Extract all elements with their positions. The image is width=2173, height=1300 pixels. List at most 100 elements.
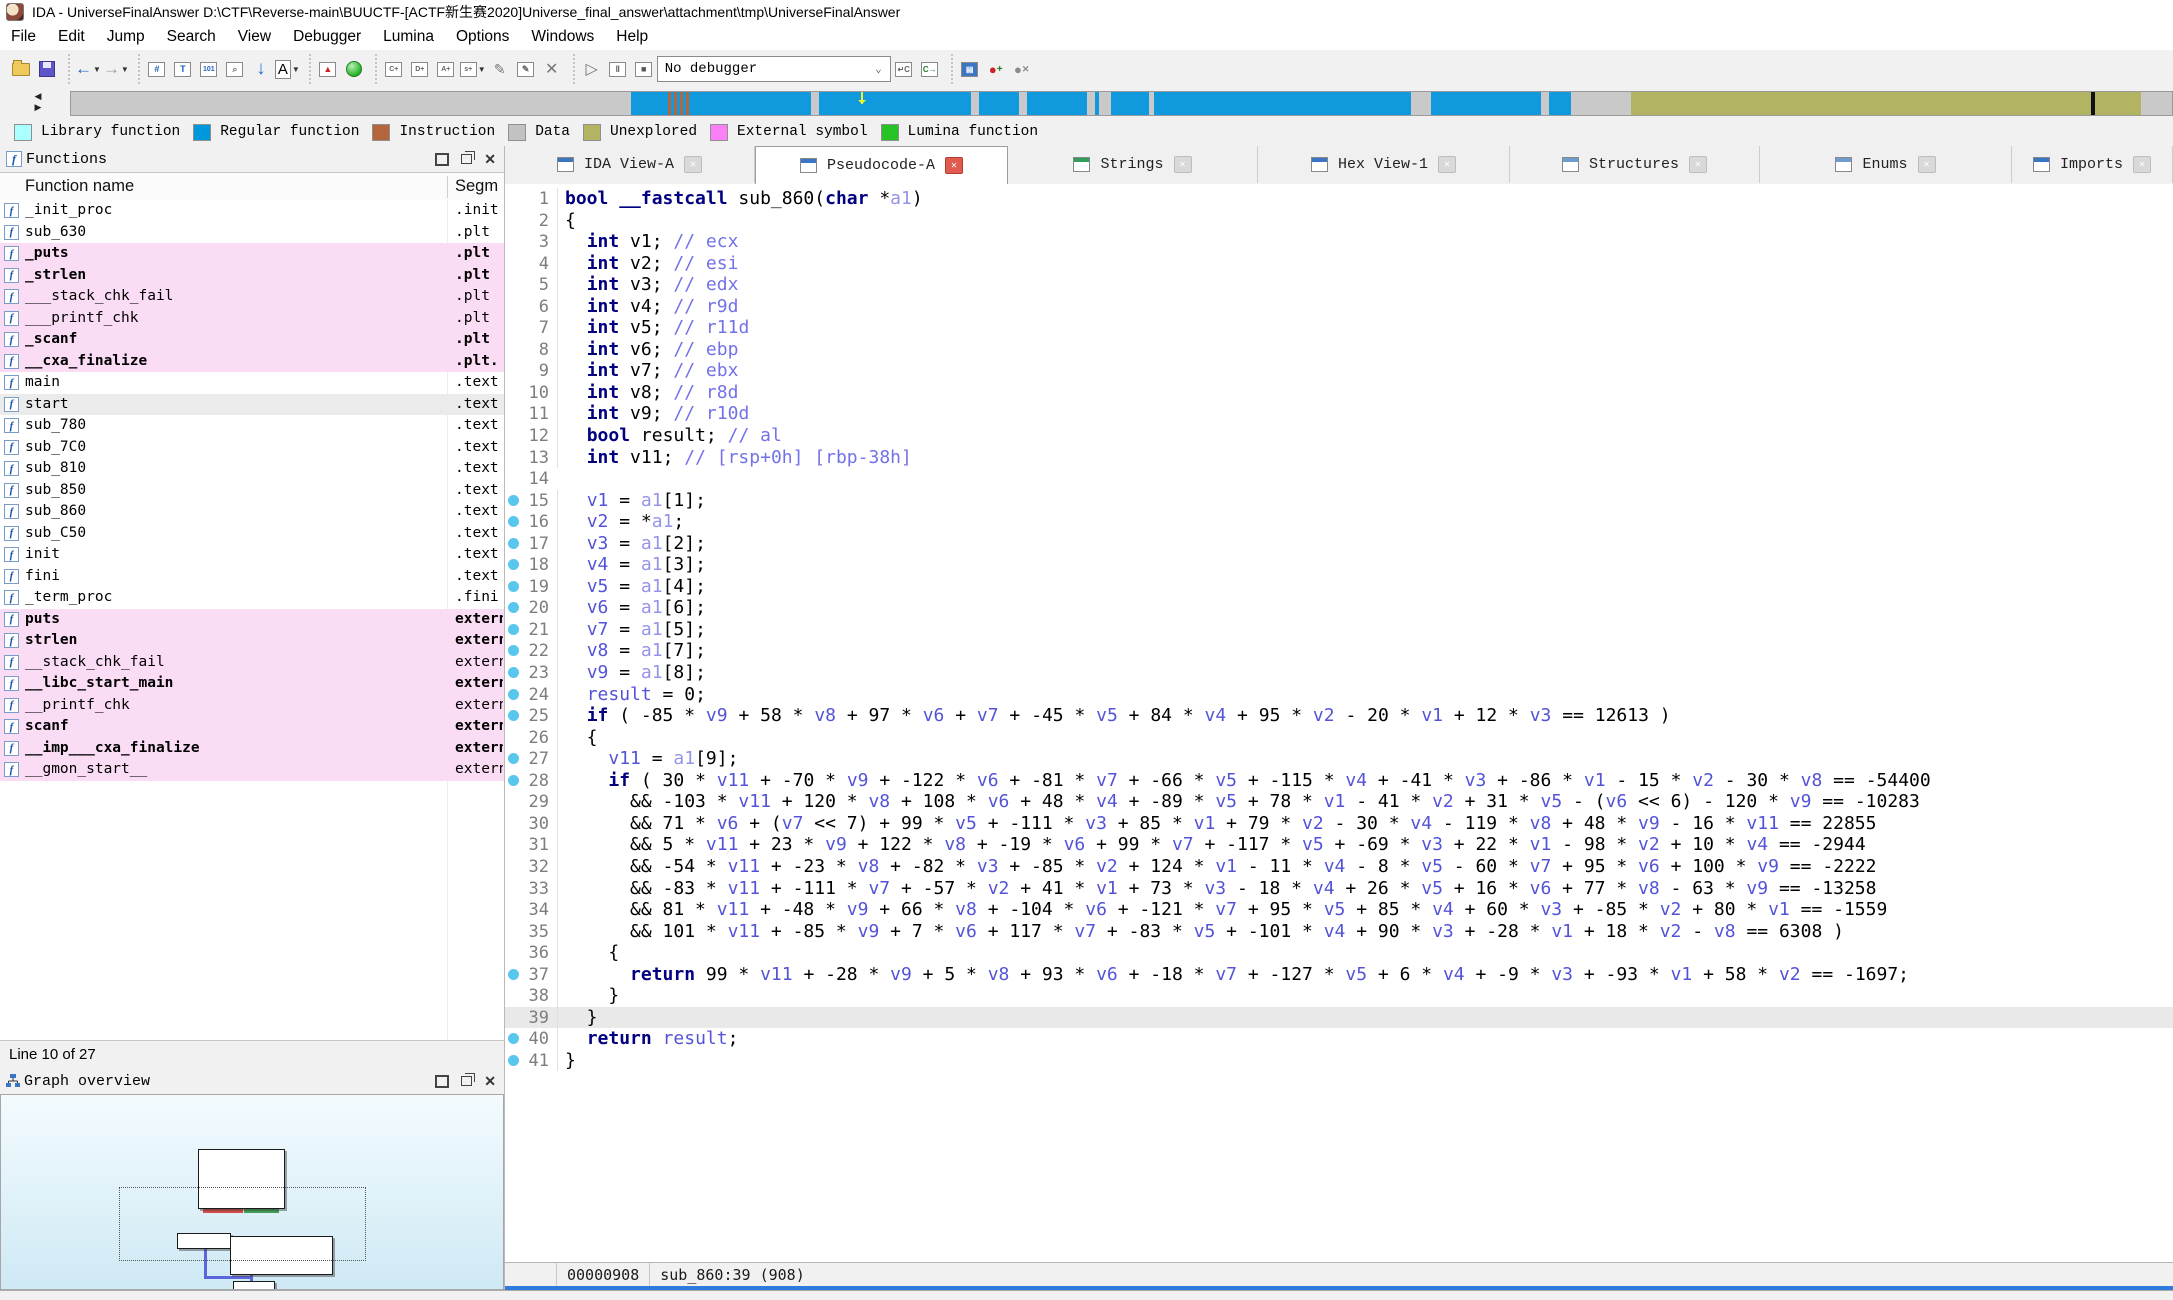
table-row[interactable]: fsub_850.text: [0, 480, 504, 502]
ida-view-icon[interactable]: ▲: [316, 57, 340, 81]
navigation-band[interactable]: [70, 91, 2173, 116]
table-row[interactable]: fsub_630.plt: [0, 222, 504, 244]
table-row[interactable]: fmain.text: [0, 372, 504, 394]
float-window-icon[interactable]: [461, 1076, 472, 1086]
code-line[interactable]: 15 v1 = a1[1];: [505, 490, 2173, 512]
make-code-icon[interactable]: C+: [382, 57, 406, 81]
code-line[interactable]: 4 int v2; // esi: [505, 253, 2173, 275]
table-row[interactable]: f__printf_chkextern: [0, 695, 504, 717]
code-line[interactable]: 31 && 5 * v11 + 23 * v9 + 122 * v8 + -19…: [505, 834, 2173, 856]
code-line[interactable]: 6 int v4; // r9d: [505, 296, 2173, 318]
functions-panel-header[interactable]: f Functions ✕: [0, 146, 504, 172]
code-line[interactable]: 34 && 81 * v11 + -48 * v9 + 66 * v8 + -1…: [505, 899, 2173, 921]
close-icon[interactable]: ✕: [484, 154, 496, 164]
code-line[interactable]: 28 if ( 30 * v11 + -70 * v9 + -122 * v6 …: [505, 770, 2173, 792]
code-line[interactable]: 36 {: [505, 942, 2173, 964]
functions-list[interactable]: f_init_proc.initfsub_630.pltf_puts.pltf_…: [0, 200, 504, 1067]
functions-column-header[interactable]: Function name Segm: [0, 172, 504, 202]
close-icon[interactable]: ✕: [484, 1076, 496, 1086]
attach-process-icon[interactable]: ↵C: [892, 57, 916, 81]
menu-jump[interactable]: Jump: [96, 24, 156, 50]
table-row[interactable]: f_puts.plt: [0, 243, 504, 265]
code-line[interactable]: 1bool __fastcall sub_860(char *a1): [505, 188, 2173, 210]
table-row[interactable]: fputsextern: [0, 609, 504, 631]
names-menu-icon[interactable]: A▼: [275, 57, 300, 81]
graph-overview-canvas[interactable]: [0, 1094, 504, 1290]
navigate-back-icon[interactable]: ←▼: [75, 57, 101, 81]
menu-debugger[interactable]: Debugger: [282, 24, 372, 50]
code-line[interactable]: 16 v2 = *a1;: [505, 511, 2173, 533]
code-line[interactable]: 35 && 101 * v11 + -85 * v9 + 7 * v6 + 11…: [505, 921, 2173, 943]
add-breakpoint-icon[interactable]: ●+: [984, 57, 1008, 81]
table-row[interactable]: fsub_810.text: [0, 458, 504, 480]
code-line[interactable]: 39 }: [505, 1007, 2173, 1029]
table-row[interactable]: f_scanf.plt: [0, 329, 504, 351]
code-line[interactable]: 41}: [505, 1050, 2173, 1072]
code-line[interactable]: 5 int v3; // edx: [505, 274, 2173, 296]
code-line[interactable]: 17 v3 = a1[2];: [505, 533, 2173, 555]
column-function-name[interactable]: Function name: [25, 177, 134, 196]
make-string-icon[interactable]: s+▼: [460, 57, 486, 81]
code-line[interactable]: 13 int v11; // [rsp+0h] [rbp-38h]: [505, 447, 2173, 469]
jump-address-icon[interactable]: ↓: [249, 57, 273, 81]
column-segment[interactable]: Segm: [455, 177, 498, 196]
column-separator[interactable]: [447, 176, 448, 198]
code-line[interactable]: 24 result = 0;: [505, 684, 2173, 706]
navigate-forward-icon[interactable]: →▼: [103, 57, 129, 81]
code-line[interactable]: 29 && -103 * v11 + 120 * v8 + 108 * v6 +…: [505, 791, 2173, 813]
tab-close-icon[interactable]: ✕: [1438, 156, 1456, 173]
tab-imports[interactable]: Imports✕: [2012, 146, 2173, 183]
code-line[interactable]: 37 return 99 * v11 + -28 * v9 + 5 * v8 +…: [505, 964, 2173, 986]
code-line[interactable]: 25 if ( -85 * v9 + 58 * v8 + 97 * v6 + v…: [505, 705, 2173, 727]
table-row[interactable]: fstrlenextern: [0, 630, 504, 652]
menu-lumina[interactable]: Lumina: [372, 24, 445, 50]
code-line[interactable]: 30 && 71 * v6 + (v7 << 7) + 99 * v5 + -1…: [505, 813, 2173, 835]
breakpoint-dot-icon[interactable]: [508, 667, 519, 678]
table-row[interactable]: f__stack_chk_failextern: [0, 652, 504, 674]
table-row[interactable]: ffini.text: [0, 566, 504, 588]
tab-hex-view-1[interactable]: Hex View-1✕: [1258, 146, 1510, 183]
code-line[interactable]: 12 bool result; // al: [505, 425, 2173, 447]
make-name-icon[interactable]: A+: [434, 57, 458, 81]
make-data-icon[interactable]: D+: [408, 57, 432, 81]
debugger-start-icon[interactable]: ▷: [580, 57, 604, 81]
menu-help[interactable]: Help: [605, 24, 659, 50]
code-line[interactable]: 11 int v9; // r10d: [505, 403, 2173, 425]
table-row[interactable]: fscanfextern: [0, 716, 504, 738]
breakpoint-dot-icon[interactable]: [508, 581, 519, 592]
debugger-stop-icon[interactable]: ■: [632, 57, 656, 81]
table-row[interactable]: f__gmon_start__extern: [0, 759, 504, 781]
breakpoint-dot-icon[interactable]: [508, 689, 519, 700]
breakpoint-dot-icon[interactable]: [508, 775, 519, 786]
tab-ida-view-a[interactable]: IDA View-A✕: [505, 146, 755, 183]
menu-options[interactable]: Options: [445, 24, 520, 50]
code-line[interactable]: 9 int v7; // ebx: [505, 360, 2173, 382]
table-row[interactable]: f_strlen.plt: [0, 265, 504, 287]
search-sequence-icon[interactable]: 101: [197, 57, 221, 81]
undefine-icon[interactable]: ✕: [540, 57, 564, 81]
table-row[interactable]: finit.text: [0, 544, 504, 566]
code-line[interactable]: 2{: [505, 210, 2173, 232]
code-line[interactable]: 27 v11 = a1[9];: [505, 748, 2173, 770]
table-row[interactable]: fstart.text: [0, 394, 504, 416]
table-row[interactable]: fsub_7C0.text: [0, 437, 504, 459]
table-row[interactable]: fsub_780.text: [0, 415, 504, 437]
code-line[interactable]: 18 v4 = a1[3];: [505, 554, 2173, 576]
code-line[interactable]: 22 v8 = a1[7];: [505, 640, 2173, 662]
menu-search[interactable]: Search: [156, 24, 227, 50]
tab-strings[interactable]: Strings✕: [1008, 146, 1258, 183]
breakpoint-dot-icon[interactable]: [508, 495, 519, 506]
tab-close-icon[interactable]: ✕: [945, 157, 963, 174]
patch-icon[interactable]: ✎: [488, 57, 512, 81]
breakpoint-dot-icon[interactable]: [508, 1055, 519, 1066]
breakpoint-dot-icon[interactable]: [508, 969, 519, 980]
delete-breakpoint-icon[interactable]: ●✕: [1010, 57, 1034, 81]
code-line[interactable]: 40 return result;: [505, 1028, 2173, 1050]
code-line[interactable]: 23 v9 = a1[8];: [505, 662, 2173, 684]
code-line[interactable]: 8 int v6; // ebp: [505, 339, 2173, 361]
search-next-icon[interactable]: ⌕: [223, 57, 247, 81]
table-row[interactable]: f__imp___cxa_finalizeextern: [0, 738, 504, 760]
search-text-icon[interactable]: T: [171, 57, 195, 81]
save-icon[interactable]: [35, 57, 59, 81]
code-line[interactable]: 38 }: [505, 985, 2173, 1007]
